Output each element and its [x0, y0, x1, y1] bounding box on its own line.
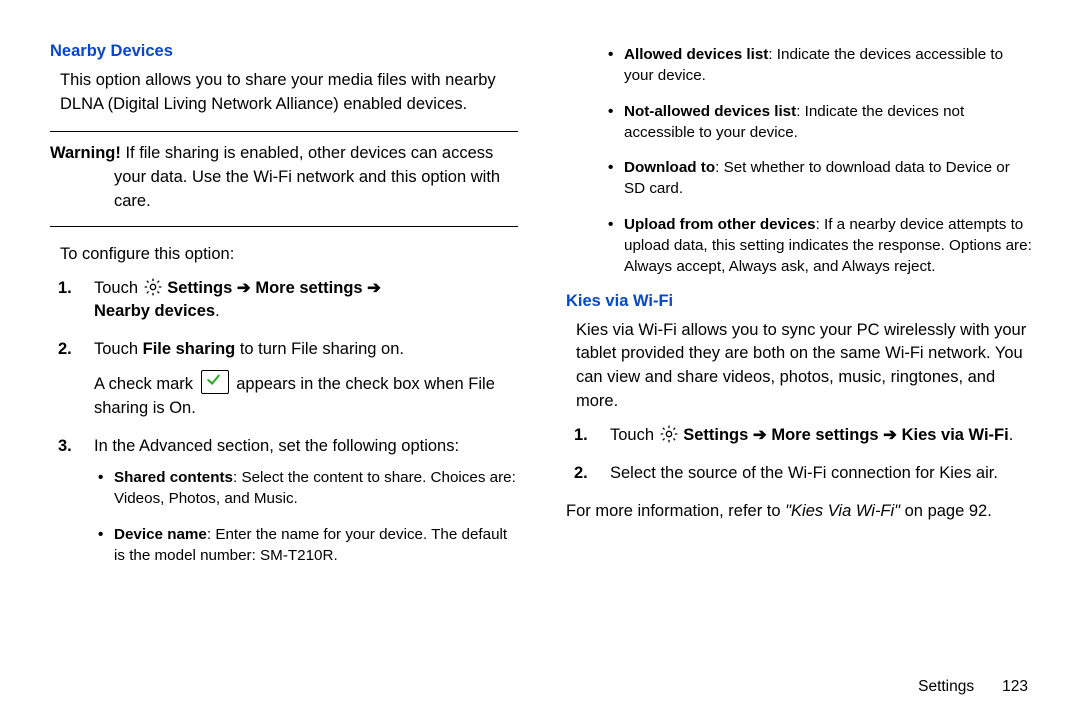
gear-icon: [143, 277, 163, 297]
right-column: Allowed devices list: Indicate the devic…: [566, 42, 1034, 692]
arrow-icon: ➔: [367, 279, 381, 297]
intro-text: This option allows you to share your med…: [50, 69, 518, 117]
warning-label: Warning!: [50, 144, 125, 162]
step-number: 2.: [574, 462, 588, 486]
page-footer: Settings 123: [918, 678, 1028, 696]
more-info-suffix: on page 92.: [900, 502, 992, 520]
option-device-name: Device name: Enter the name for your dev…: [98, 524, 518, 567]
arrow-icon: ➔: [883, 426, 897, 444]
warning-text-line1: If file sharing is enabled, other device…: [125, 144, 493, 162]
path-nearby-devices: Nearby devices: [94, 302, 215, 320]
file-sharing-label: File sharing: [143, 340, 236, 358]
warning-box: Warning! If file sharing is enabled, oth…: [50, 131, 518, 227]
path-more-settings: More settings: [251, 279, 367, 297]
option-title: Not-allowed devices list: [624, 103, 796, 120]
warning-text-rest: your data. Use the Wi-Fi network and thi…: [50, 166, 518, 214]
option-title: Upload from other devices: [624, 216, 816, 233]
left-column: Nearby Devices This option allows you to…: [50, 42, 518, 692]
step-3: 3. In the Advanced section, set the foll…: [58, 435, 518, 566]
kies-intro-text: Kies via Wi-Fi allows you to sync your P…: [566, 319, 1034, 415]
step-number: 1.: [58, 277, 72, 301]
option-upload-from-other: Upload from other devices: If a nearby d…: [608, 214, 1034, 278]
arrow-icon: ➔: [237, 279, 251, 297]
heading-kies-via-wifi: Kies via Wi-Fi: [566, 292, 1034, 311]
advanced-options-list: Shared contents: Select the content to s…: [98, 467, 518, 566]
steps-list-left: 1. Touch Settings ➔ More settings ➔ Near…: [58, 277, 518, 567]
path-settings: Settings: [683, 426, 753, 444]
step-2-note: A check mark appears in the check box wh…: [94, 370, 518, 421]
option-download-to: Download to: Set whether to download dat…: [608, 157, 1034, 200]
step-text: Select the source of the Wi-Fi connectio…: [610, 464, 998, 482]
path-more-settings: More settings: [767, 426, 883, 444]
step-text: Touch: [94, 340, 143, 358]
checkmark-icon: [201, 370, 229, 394]
option-title: Device name: [114, 526, 207, 543]
footer-page-number: 123: [1002, 678, 1028, 695]
option-not-allowed-devices: Not-allowed devices list: Indicate the d…: [608, 101, 1034, 144]
step-1: 1. Touch Settings ➔ More settings ➔ Near…: [58, 277, 518, 325]
step-text: Touch: [94, 279, 143, 297]
step-text: Touch: [610, 426, 659, 444]
step-2: 2. Touch File sharing to turn File shari…: [58, 338, 518, 421]
note-text: A check mark: [94, 375, 198, 393]
kies-step-2: 2. Select the source of the Wi-Fi connec…: [574, 462, 1034, 486]
period: .: [215, 302, 220, 320]
step-number: 1.: [574, 424, 588, 448]
step-number: 3.: [58, 435, 72, 459]
advanced-options-list-cont: Allowed devices list: Indicate the devic…: [608, 44, 1034, 278]
path-settings: Settings: [167, 279, 237, 297]
step-text: In the Advanced section, set the followi…: [94, 437, 459, 455]
path-kies-via-wifi: Kies via Wi-Fi: [897, 426, 1009, 444]
more-info-link: "Kies Via Wi-Fi": [785, 502, 900, 520]
gear-icon: [659, 424, 679, 444]
kies-step-1: 1. Touch Settings ➔ More settings ➔ Kies…: [574, 424, 1034, 448]
manual-page: Nearby Devices This option allows you to…: [0, 0, 1080, 720]
option-title: Download to: [624, 159, 715, 176]
heading-nearby-devices: Nearby Devices: [50, 42, 518, 61]
step-text: to turn File sharing on.: [235, 340, 404, 358]
period: .: [1009, 426, 1014, 444]
option-shared-contents: Shared contents: Select the content to s…: [98, 467, 518, 510]
option-allowed-devices: Allowed devices list: Indicate the devic…: [608, 44, 1034, 87]
footer-section: Settings: [918, 678, 974, 695]
more-info-ref: For more information, refer to "Kies Via…: [566, 500, 1034, 524]
option-title: Shared contents: [114, 469, 233, 486]
steps-list-kies: 1. Touch Settings ➔ More settings ➔ Kies…: [574, 424, 1034, 486]
step-number: 2.: [58, 338, 72, 362]
more-info-prefix: For more information, refer to: [566, 502, 785, 520]
option-title: Allowed devices list: [624, 46, 768, 63]
arrow-icon: ➔: [753, 426, 767, 444]
configure-lead: To configure this option:: [50, 243, 518, 267]
